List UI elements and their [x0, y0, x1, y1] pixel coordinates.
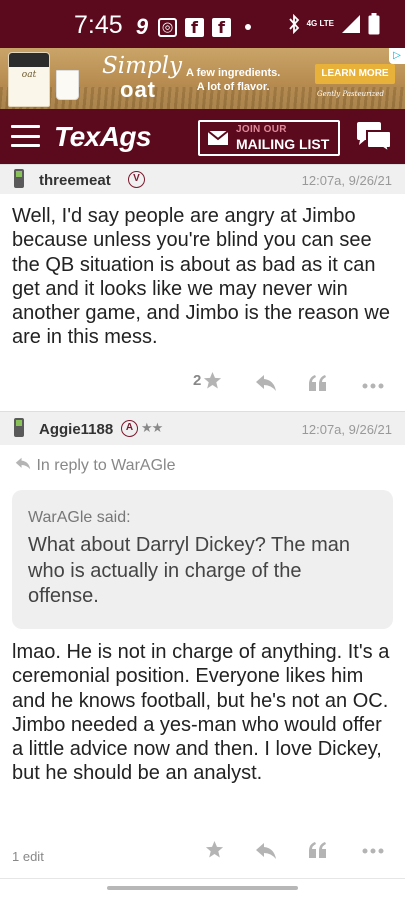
quote-text: What about Darryl Dickey? The man who is…	[28, 534, 350, 607]
post-timestamp: 12:07a, 9/26/21	[301, 173, 392, 188]
network-type: 4G LTE	[306, 19, 334, 28]
in-reply-to-text: In reply to WarAGle	[36, 457, 176, 474]
mailing-list-button[interactable]: JOIN OUR MAILING LIST	[198, 120, 340, 156]
quoted-post: WarAGle said: What about Darryl Dickey? …	[12, 490, 393, 629]
divider	[0, 878, 405, 879]
mailing-join-label: JOIN OUR	[236, 124, 287, 135]
post-actions: 2	[0, 371, 405, 401]
facebook-icon: f	[212, 17, 231, 37]
post-actions	[0, 840, 405, 870]
ad-carton-label: oat	[21, 70, 37, 80]
user-stars: ★★	[141, 420, 163, 435]
post-header: Aggie1188 A ★★ 12:07a, 9/26/21	[0, 411, 405, 445]
in-reply-to-link[interactable]: In reply to WarAGle	[14, 457, 175, 475]
chat-icon[interactable]	[355, 121, 393, 153]
ad-banner[interactable]: oat Simply oat A few ingredients. A lot …	[0, 48, 405, 109]
ad-tagline: A few ingredients. A lot of flavor.	[186, 66, 280, 94]
texags-logo[interactable]: TexAgs	[54, 121, 152, 153]
more-options-button[interactable]	[362, 848, 384, 854]
user-badge: V	[128, 171, 145, 188]
post-body: Well, I'd say people are angry at Jimbo …	[12, 205, 390, 349]
post-body: lmao. He is not in charge of anything. I…	[12, 641, 390, 785]
ad-brand-line1: Simply	[102, 53, 182, 79]
battery-icon	[368, 13, 380, 35]
ad-learn-more-button[interactable]: LEARN MORE	[315, 64, 395, 84]
signal-icon	[342, 15, 360, 33]
reply-icon	[256, 843, 276, 859]
post-author[interactable]: Aggie1188	[39, 421, 113, 438]
star-icon	[204, 371, 222, 389]
mailing-list-label: MAILING LIST	[236, 136, 330, 152]
star-button[interactable]: 2	[193, 371, 222, 390]
bluetooth-icon	[288, 14, 299, 34]
app-9-icon: 9	[135, 14, 149, 39]
status-bar: 7:45 9 ◎ f f 4G LTE	[0, 0, 405, 48]
star-button[interactable]	[205, 840, 224, 859]
gesture-home-bar[interactable]	[107, 886, 298, 890]
facebook-icon: f	[185, 17, 204, 37]
mobile-device-icon	[14, 418, 24, 437]
ad-glass-image	[56, 70, 79, 100]
star-icon	[205, 840, 224, 858]
ad-brand-logo: Simply oat	[102, 53, 182, 102]
notification-icons: 9 ◎ f f	[134, 14, 251, 40]
ad-tagline-line2: A lot of flavor.	[196, 81, 270, 93]
hamburger-menu-icon[interactable]	[11, 125, 40, 147]
post-author[interactable]: threemeat	[39, 172, 111, 189]
instagram-icon: ◎	[158, 17, 177, 37]
ad-tagline-line1: A few ingredients.	[186, 67, 281, 79]
quote-author: WarAGle said:	[28, 509, 131, 526]
more-icon	[362, 383, 384, 389]
reply-icon	[256, 375, 276, 391]
quote-button[interactable]	[308, 374, 328, 392]
envelope-icon	[207, 130, 229, 145]
ad-product-carton: oat	[8, 52, 50, 107]
reply-button[interactable]	[255, 842, 277, 860]
more-icon	[362, 848, 384, 854]
ad-fine-print: Gently Pasteurized	[317, 90, 384, 98]
quote-icon	[309, 375, 326, 391]
more-notifications-icon	[245, 24, 251, 30]
user-badge: A	[121, 420, 138, 437]
reply-arrow-icon	[15, 457, 31, 470]
mobile-device-icon	[14, 169, 24, 188]
post-timestamp: 12:07a, 9/26/21	[301, 422, 392, 437]
ad-brand-line2: oat	[120, 77, 156, 102]
system-icons: 4G LTE	[288, 13, 380, 35]
star-count: 2	[193, 372, 202, 389]
quote-button[interactable]	[308, 841, 328, 859]
reply-button[interactable]	[255, 374, 277, 392]
more-options-button[interactable]	[362, 383, 384, 389]
post-header: threemeat V 12:07a, 9/26/21	[0, 164, 405, 194]
quote-icon	[309, 842, 326, 858]
adchoices-icon[interactable]: ▷	[389, 48, 405, 64]
status-time: 7:45	[74, 11, 123, 39]
